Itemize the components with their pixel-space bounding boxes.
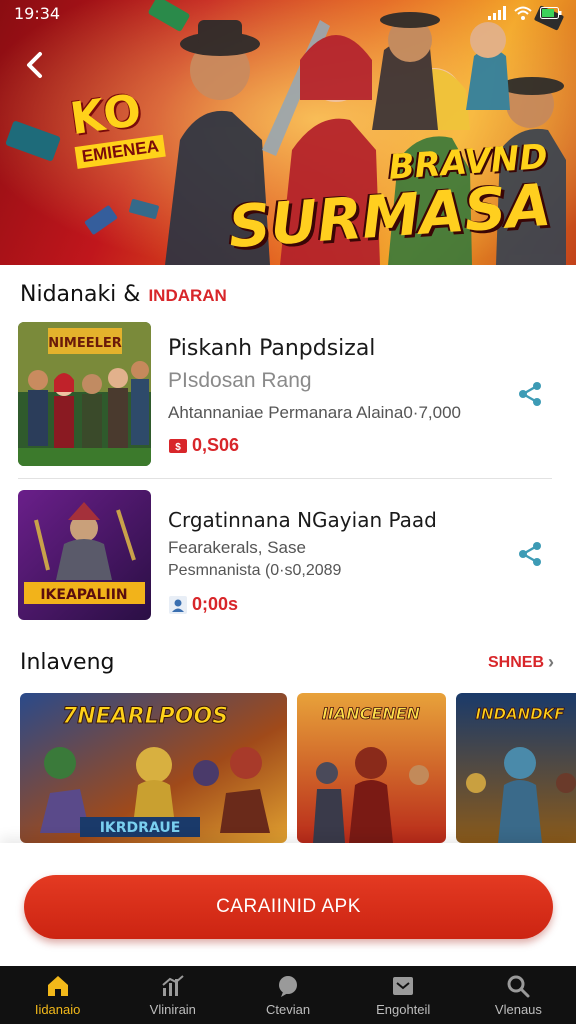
nav-item-chat[interactable]: Ctevian <box>230 966 345 1024</box>
back-arrow-icon[interactable] <box>18 48 52 82</box>
item-price: 0;00s <box>168 594 498 615</box>
price-tag-icon: $ <box>169 438 187 453</box>
nav-label: Ctevian <box>265 1002 311 1017</box>
nav-label: Vlenaus <box>494 1002 542 1017</box>
section-title: Inlaveng <box>20 650 115 675</box>
nav-item-home[interactable]: Iidanaio <box>0 966 115 1024</box>
card-subtitle: IKRDRAUE <box>100 820 181 836</box>
item-price-value: 0,S06 <box>192 435 240 455</box>
bottom-nav: Iidanaio Vlinirain Ctevian Engohteil Vle… <box>0 966 576 1024</box>
svg-text:$: $ <box>175 442 181 453</box>
section-header-trending: Inlaveng <box>20 650 115 675</box>
share-icon[interactable] <box>516 540 544 568</box>
signal-icon <box>488 6 506 20</box>
chevron-right-icon: › <box>548 652 554 672</box>
card-title: INDANDKF <box>475 705 565 723</box>
list-item[interactable]: NIMEELER Piskanh Panpdsizal PIsdosan Ran… <box>18 322 552 470</box>
home-icon <box>47 976 68 996</box>
item-price: $ 0,S06 <box>168 435 498 456</box>
user-icon <box>169 595 187 614</box>
section-header-featured: Nidanaki & INDARAN <box>20 282 227 307</box>
thumbnail-text: IKEAPALIIN <box>40 587 127 603</box>
nav-item-stats[interactable]: Vlinirain <box>115 966 230 1024</box>
wifi-icon <box>514 6 532 20</box>
cta-container: CARAIINID APK <box>0 843 576 966</box>
inbox-icon <box>393 977 414 995</box>
chart-icon <box>162 975 184 996</box>
hero-logo-badge: KO EMIENEA <box>67 82 167 169</box>
game-thumbnail: IKEAPALIIN <box>18 490 151 620</box>
status-bar: 19:34 <box>0 0 576 26</box>
see-all-label: SHNEB <box>487 653 544 671</box>
item-subtitle: Fearakerals, Sase <box>168 538 306 557</box>
nav-label: Vlinirain <box>149 1002 196 1017</box>
item-meta: Ahtannaniae Permanara Alaina0·7,000 <box>168 403 461 422</box>
section-accent-label: INDARAN <box>148 286 227 305</box>
share-icon[interactable] <box>516 380 544 408</box>
item-info: Piskanh Panpdsizal PIsdosan Rang Ahtanna… <box>168 336 498 456</box>
list-divider <box>18 478 552 479</box>
download-apk-button[interactable]: CARAIINID APK <box>24 875 553 939</box>
chat-icon <box>279 976 297 997</box>
game-card[interactable]: INDANDKF <box>456 693 576 843</box>
thumbnail-text: NIMEELER <box>48 336 122 351</box>
battery-icon <box>540 7 562 19</box>
see-all-link[interactable]: SHNEB › <box>488 652 554 673</box>
game-card[interactable]: IIANCENEN <box>297 693 446 843</box>
nav-label: Iidanaio <box>34 1002 81 1017</box>
item-price-value: 0;00s <box>192 594 239 614</box>
nav-label: Engohteil <box>376 1002 431 1017</box>
section-title: Nidanaki & <box>20 282 141 307</box>
card-title: IIANCENEN <box>322 704 421 723</box>
status-time: 19:34 <box>14 3 61 23</box>
card-title: 7NEARLPOOS <box>62 704 228 729</box>
nav-item-inbox[interactable]: Engohteil <box>346 966 461 1024</box>
item-title: Crgatinnana NGayian Paad <box>168 508 437 532</box>
item-title: Piskanh Panpdsizal <box>168 336 376 361</box>
item-meta: Pesmnanista (0·s0,2089 <box>168 562 342 579</box>
hero-banner[interactable]: 19:34 KO EMIENEA BRAVND SURMASA <box>0 0 576 265</box>
list-item[interactable]: IKEAPALIIN Crgatinnana NGayian Paad Fear… <box>18 490 552 624</box>
search-icon <box>507 975 530 998</box>
nav-item-search[interactable]: Vlenaus <box>461 966 576 1024</box>
app-page: 19:34 KO EMIENEA BRAVND SURMASA Nidanaki… <box>0 0 576 1024</box>
status-icons <box>488 6 562 20</box>
game-card[interactable]: 7NEARLPOOS IKRDRAUE <box>20 693 287 843</box>
game-thumbnail: NIMEELER <box>18 322 151 466</box>
item-subtitle: PIsdosan Rang <box>168 369 312 392</box>
item-info: Crgatinnana NGayian Paad Fearakerals, Sa… <box>168 508 498 615</box>
